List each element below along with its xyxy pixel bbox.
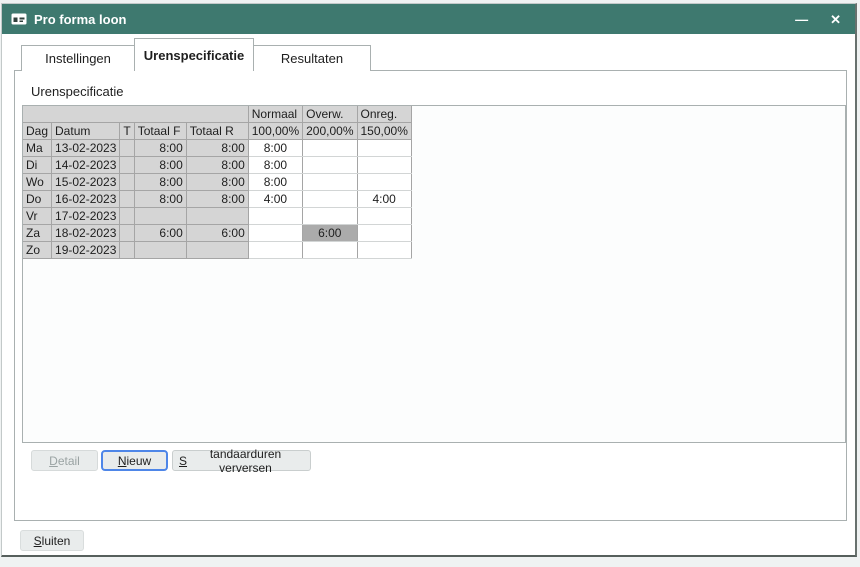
- cell-dag: Vr: [23, 208, 52, 225]
- cell-totaal_r: 8:00: [186, 191, 248, 208]
- cell-t: [120, 225, 134, 242]
- cell-normaal[interactable]: [248, 242, 302, 259]
- column-header: 100,00%: [248, 123, 302, 140]
- column-header: 200,00%: [303, 123, 357, 140]
- table-row: Wo15-02-20238:008:008:00: [23, 174, 412, 191]
- column-header: T: [120, 123, 134, 140]
- cell-overw[interactable]: [303, 208, 357, 225]
- id-card-icon: [11, 13, 27, 25]
- cell-onreg[interactable]: 4:00: [357, 191, 411, 208]
- cell-normaal[interactable]: 8:00: [248, 157, 302, 174]
- table-row: Zo19-02-2023: [23, 242, 412, 259]
- tab-resultaten[interactable]: Resultaten: [253, 45, 371, 71]
- table-column-header-row: DagDatumTTotaal FTotaal R100,00%200,00%1…: [23, 123, 412, 140]
- cell-onreg[interactable]: [357, 242, 411, 259]
- cell-overw[interactable]: [303, 174, 357, 191]
- cell-normaal[interactable]: 8:00: [248, 140, 302, 157]
- cell-totaal_f: 8:00: [134, 157, 186, 174]
- cell-totaal_f: 8:00: [134, 191, 186, 208]
- detail-button[interactable]: Detail: [31, 450, 98, 471]
- table-row: Za18-02-20236:006:006:00: [23, 225, 412, 242]
- table-body: Ma13-02-20238:008:008:00Di14-02-20238:00…: [23, 140, 412, 259]
- cell-totaal_f: [134, 208, 186, 225]
- sluiten-button[interactable]: Sluiten: [20, 530, 84, 551]
- cell-onreg[interactable]: [357, 157, 411, 174]
- table-row: Ma13-02-20238:008:008:00: [23, 140, 412, 157]
- cell-normaal[interactable]: [248, 225, 302, 242]
- table-row: Di14-02-20238:008:008:00: [23, 157, 412, 174]
- table-row: Vr17-02-2023: [23, 208, 412, 225]
- cell-totaal_r: [186, 242, 248, 259]
- cell-t: [120, 157, 134, 174]
- minimize-icon[interactable]: —: [795, 13, 808, 26]
- cell-datum: 17-02-2023: [52, 208, 120, 225]
- group-header: Onreg.: [357, 106, 411, 123]
- dialog-window: Pro forma loon — ✕ Instellingen Urenspec…: [1, 3, 857, 557]
- cell-totaal_f: 8:00: [134, 140, 186, 157]
- group-header: Overw.: [303, 106, 357, 123]
- cell-onreg[interactable]: [357, 208, 411, 225]
- cell-totaal_r: 6:00: [186, 225, 248, 242]
- cell-t: [120, 242, 134, 259]
- column-header: Totaal F: [134, 123, 186, 140]
- cell-datum: 16-02-2023: [52, 191, 120, 208]
- cell-overw[interactable]: [303, 191, 357, 208]
- section-title: Urenspecificatie: [31, 84, 124, 99]
- cell-overw[interactable]: [303, 140, 357, 157]
- cell-t: [120, 174, 134, 191]
- column-header: 150,00%: [357, 123, 411, 140]
- cell-onreg[interactable]: [357, 225, 411, 242]
- cell-totaal_r: 8:00: [186, 157, 248, 174]
- tab-bar: Instellingen Urenspecificatie Resultaten: [21, 38, 371, 71]
- hours-grid-container: NormaalOverw.Onreg. DagDatumTTotaal FTot…: [22, 105, 846, 443]
- tab-urenspecificatie[interactable]: Urenspecificatie: [134, 38, 254, 71]
- cell-normaal[interactable]: 4:00: [248, 191, 302, 208]
- titlebar: Pro forma loon — ✕: [2, 4, 855, 34]
- cell-onreg[interactable]: [357, 174, 411, 191]
- column-header: Dag: [23, 123, 52, 140]
- tab-instellingen[interactable]: Instellingen: [21, 45, 135, 71]
- cell-totaal_r: [186, 208, 248, 225]
- close-icon[interactable]: ✕: [830, 13, 841, 26]
- cell-overw-selected[interactable]: 6:00: [303, 225, 357, 242]
- window-title: Pro forma loon: [34, 12, 126, 27]
- cell-dag: Wo: [23, 174, 52, 191]
- nieuw-button[interactable]: Nieuw: [101, 450, 168, 471]
- cell-normaal[interactable]: [248, 208, 302, 225]
- cell-totaal_f: [134, 242, 186, 259]
- table-group-header-row: NormaalOverw.Onreg.: [23, 106, 412, 123]
- cell-datum: 13-02-2023: [52, 140, 120, 157]
- cell-totaal_f: 8:00: [134, 174, 186, 191]
- cell-dag: Zo: [23, 242, 52, 259]
- cell-totaal_r: 8:00: [186, 174, 248, 191]
- cell-t: [120, 140, 134, 157]
- table-row: Do16-02-20238:008:004:004:00: [23, 191, 412, 208]
- cell-totaal_f: 6:00: [134, 225, 186, 242]
- hours-table: NormaalOverw.Onreg. DagDatumTTotaal FTot…: [22, 105, 412, 259]
- cell-datum: 14-02-2023: [52, 157, 120, 174]
- cell-dag: Za: [23, 225, 52, 242]
- cell-datum: 18-02-2023: [52, 225, 120, 242]
- standaarduren-verversen-button[interactable]: Standaarduren verversen: [172, 450, 311, 471]
- cell-datum: 19-02-2023: [52, 242, 120, 259]
- cell-overw[interactable]: [303, 157, 357, 174]
- column-header: Totaal R: [186, 123, 248, 140]
- cell-t: [120, 191, 134, 208]
- cell-datum: 15-02-2023: [52, 174, 120, 191]
- cell-normaal[interactable]: 8:00: [248, 174, 302, 191]
- cell-overw[interactable]: [303, 242, 357, 259]
- group-header-spacer: [23, 106, 249, 123]
- cell-dag: Do: [23, 191, 52, 208]
- cell-t: [120, 208, 134, 225]
- column-header: Datum: [52, 123, 120, 140]
- cell-totaal_r: 8:00: [186, 140, 248, 157]
- cell-dag: Di: [23, 157, 52, 174]
- cell-dag: Ma: [23, 140, 52, 157]
- cell-onreg[interactable]: [357, 140, 411, 157]
- group-header: Normaal: [248, 106, 302, 123]
